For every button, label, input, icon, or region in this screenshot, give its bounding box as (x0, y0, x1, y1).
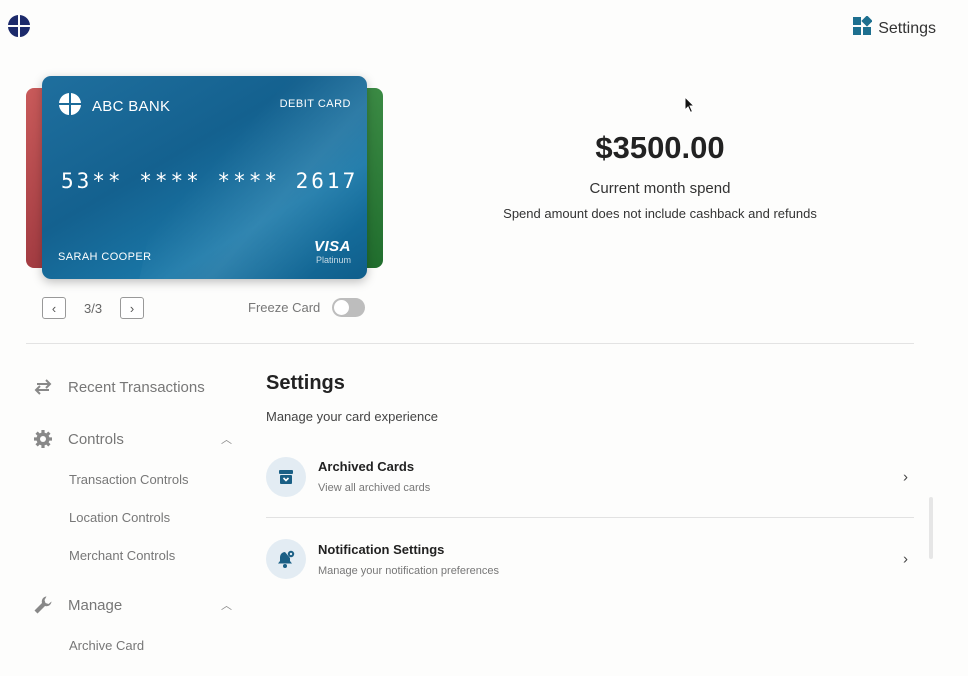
card-bank-name: ABC BANK (92, 97, 171, 115)
debit-card: ABC BANK DEBIT CARD 53** **** **** 2617 … (42, 76, 367, 279)
mouse-cursor-icon (684, 95, 696, 119)
next-card-button[interactable]: › (120, 297, 145, 319)
sidebar-subitem-merchant-controls[interactable]: Merchant Controls (32, 536, 242, 574)
sidebar: Recent Transactions Controls ︿ Transacti… (32, 370, 242, 664)
freeze-card: Freeze Card (248, 298, 366, 317)
sidebar-subitem-transaction-controls[interactable]: Transaction Controls (32, 460, 242, 498)
chevron-up-icon: ︿ (221, 434, 232, 446)
settings-row-notification-settings[interactable]: Notification Settings Manage your notifi… (266, 518, 914, 600)
spend-summary: $3500.00 Current month spend Spend amoun… (480, 130, 840, 221)
sidebar-item-label: Manage (68, 596, 123, 614)
card-pager: ‹ 3/3 › (42, 297, 145, 319)
page-title: Settings (266, 372, 345, 394)
app-logo (7, 14, 31, 38)
chevron-right-icon: › (129, 300, 135, 316)
card-holder-name: SARAH COOPER (58, 251, 152, 263)
settings-row-archived-cards[interactable]: Archived Cards View all archived cards › (266, 436, 914, 518)
row-title: Notification Settings (318, 541, 445, 557)
bank-logo-icon (58, 92, 82, 120)
row-description: Manage your notification preferences (318, 564, 499, 577)
card-brand: VISA Platinum (314, 238, 351, 265)
sidebar-item-label: Controls (68, 430, 124, 448)
card-position: 3/3 (84, 300, 103, 316)
section-divider (26, 343, 914, 344)
card-number: 53** **** **** 2617 (61, 169, 359, 193)
sidebar-item-recent-transactions[interactable]: Recent Transactions (32, 370, 242, 404)
spend-note: Spend amount does not include cashback a… (503, 206, 817, 221)
archive-icon (266, 456, 306, 497)
chevron-up-icon: ︿ (221, 600, 232, 612)
spend-label: Current month spend (589, 180, 731, 197)
dashboard-settings-icon (852, 15, 873, 41)
sidebar-item-label: Recent Transactions (68, 378, 205, 396)
settings-panel: Settings Manage your card experience Arc… (266, 372, 914, 600)
chevron-right-icon: › (903, 550, 908, 568)
sidebar-subitem-location-controls[interactable]: Location Controls (32, 498, 242, 536)
swap-arrows-icon (32, 376, 54, 398)
scrollbar[interactable] (929, 497, 933, 559)
card-bank: ABC BANK (58, 92, 170, 120)
settings-link[interactable]: Settings (852, 15, 936, 41)
sidebar-subitem-archive-card[interactable]: Archive Card (32, 626, 242, 664)
chevron-right-icon: › (903, 468, 908, 485)
freeze-card-toggle[interactable] (332, 298, 366, 317)
freeze-card-label: Freeze Card (248, 300, 321, 315)
bell-gear-icon (266, 539, 306, 579)
spend-amount: $3500.00 (595, 130, 725, 165)
page-subtitle: Manage your card experience (266, 409, 438, 424)
wrench-icon (32, 594, 54, 616)
card-tier: Platinum (315, 255, 351, 265)
row-description: View all archived cards (318, 482, 431, 494)
card-type: DEBIT CARD (279, 98, 351, 110)
prev-card-button[interactable]: ‹ (42, 297, 66, 319)
visa-logo: VISA (313, 238, 351, 255)
settings-link-label: Settings (878, 19, 936, 37)
row-title: Archived Cards (318, 459, 415, 474)
sidebar-item-manage[interactable]: Manage ︿ (32, 588, 242, 622)
sidebar-item-controls[interactable]: Controls ︿ (32, 422, 242, 456)
chevron-left-icon: ‹ (51, 300, 57, 316)
gear-icon (32, 428, 54, 450)
